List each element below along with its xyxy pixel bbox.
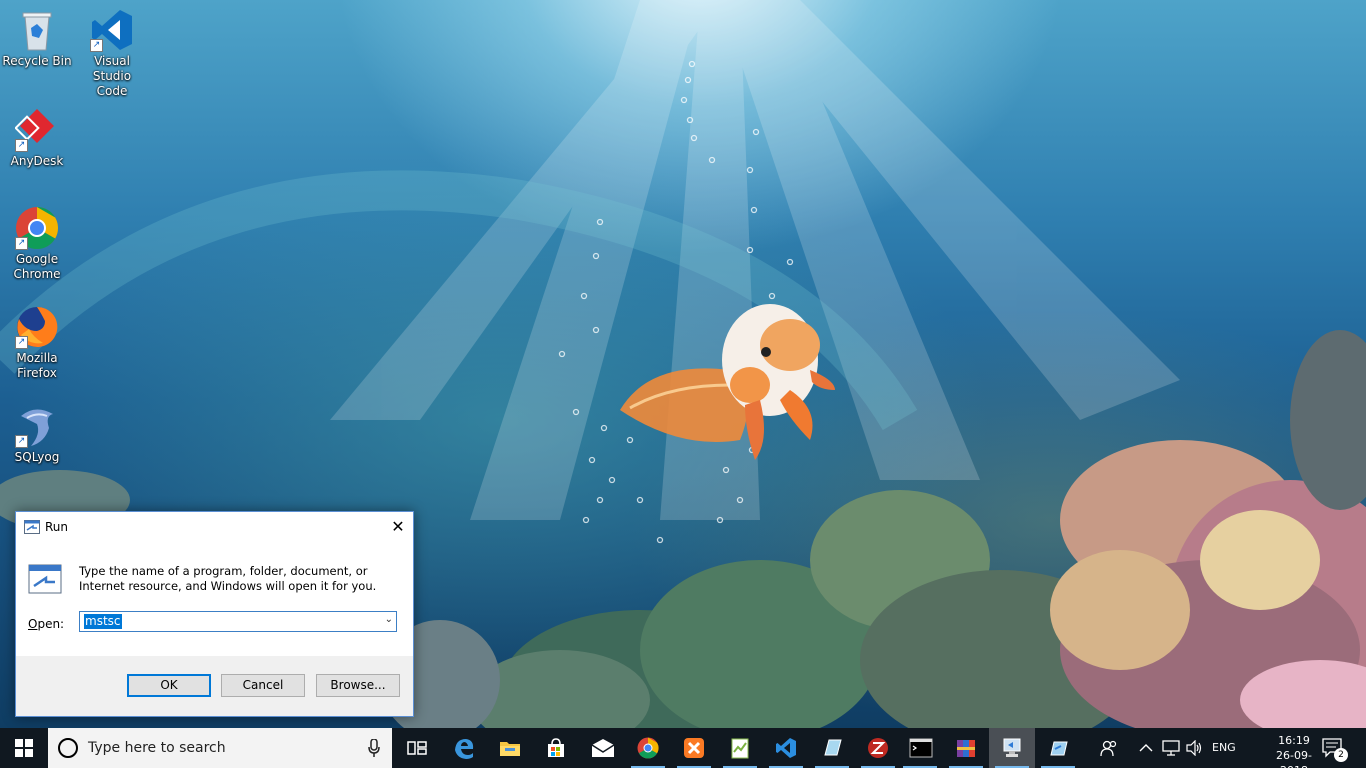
open-label-text: pen: — [37, 617, 65, 631]
chrome-icon: ↗ — [15, 206, 59, 250]
microphone-icon[interactable] — [368, 738, 380, 760]
taskbar-edge[interactable] — [441, 728, 487, 768]
anydesk-icon: ↗ — [14, 108, 59, 152]
run-body: Type the name of a program, folder, docu… — [16, 542, 413, 656]
windows-logo-icon — [15, 739, 33, 757]
desktop-icon-vscode[interactable]: ↗ Visual Studio Code — [76, 8, 148, 99]
open-label: Open: — [28, 617, 64, 631]
notepad-plus-icon — [731, 738, 749, 759]
recycle-bin-icon — [15, 8, 59, 52]
search-placeholder: Type here to search — [88, 740, 226, 756]
run-dialog-title: Run — [45, 520, 69, 534]
desktop-icon-label: Google Chrome — [13, 252, 61, 281]
run-app-icon — [24, 520, 40, 537]
run-description: Type the name of a program, folder, docu… — [79, 564, 377, 593]
run-large-icon — [28, 564, 62, 597]
browse-button[interactable]: Browse... — [316, 674, 400, 697]
shortcut-arrow-icon: ↗ — [15, 336, 28, 349]
desktop-icon-recycle-bin[interactable]: Recycle Bin — [1, 8, 73, 69]
command-prompt-icon — [909, 738, 933, 758]
desktop-icon-firefox[interactable]: ↗ Mozilla Firefox — [1, 305, 73, 381]
network-icon[interactable] — [1162, 740, 1180, 780]
taskbar-winrar[interactable] — [943, 728, 989, 768]
notification-center-button[interactable]: 2 — [1322, 738, 1348, 778]
taskbar-xampp[interactable] — [671, 728, 717, 768]
shortcut-arrow-icon: ↗ — [15, 139, 28, 152]
open-input-value[interactable]: mstsc — [84, 614, 122, 629]
run-footer: OK Cancel Browse... — [16, 656, 413, 716]
desktop-icon-label: AnyDesk — [10, 154, 64, 168]
desktop-icon-sqlyog[interactable]: ↗ SQLyog — [1, 404, 73, 465]
run-titlebar[interactable]: Run ✕ — [16, 512, 413, 542]
taskbar-blue-app[interactable] — [809, 728, 855, 768]
mail-icon — [591, 739, 615, 757]
input-language[interactable]: ENG — [1212, 741, 1236, 781]
taskbar: Type here to search ENG 16:19 26-09-2018… — [0, 728, 1366, 777]
xampp-icon — [684, 738, 704, 758]
desktop-icon-label: Recycle Bin — [2, 54, 72, 68]
cancel-button[interactable]: Cancel — [221, 674, 305, 697]
taskbar-search-box[interactable]: Type here to search — [48, 728, 392, 768]
sqlyog-dolphin-icon: ↗ — [15, 404, 59, 448]
desktop-icon-label: Visual Studio Code — [92, 54, 132, 98]
taskbar-chrome[interactable] — [625, 728, 671, 768]
taskbar-filezilla[interactable] — [855, 728, 901, 768]
desktop-icon-anydesk[interactable]: ↗ AnyDesk — [1, 108, 73, 169]
taskbar-notepad-plus[interactable] — [717, 728, 763, 768]
taskbar-store[interactable] — [533, 728, 579, 768]
taskbar-cmd[interactable] — [897, 728, 943, 768]
desktop-icon-label: Mozilla Firefox — [16, 351, 58, 380]
vscode-icon — [776, 738, 796, 758]
shortcut-arrow-icon: ↗ — [90, 39, 103, 52]
taskbar-mail[interactable] — [579, 728, 625, 768]
close-button[interactable]: ✕ — [383, 512, 413, 542]
folder-icon — [500, 742, 520, 756]
firefox-icon: ↗ — [15, 305, 59, 349]
chevron-up-icon[interactable] — [1139, 742, 1153, 782]
remote-desktop-icon — [1003, 738, 1021, 757]
blue-app-icon — [824, 739, 842, 756]
vscode-icon: ↗ — [90, 8, 134, 52]
run-dialog: Run ✕ Type the name of a program, folder… — [15, 511, 414, 717]
ok-button[interactable]: OK — [127, 674, 211, 697]
taskbar-clock[interactable]: 16:19 26-09-2018 — [1264, 733, 1324, 777]
chrome-icon — [637, 737, 659, 759]
taskbar-remote-desktop[interactable] — [989, 728, 1035, 768]
taskbar-run[interactable] — [1035, 728, 1081, 768]
task-view-icon — [407, 741, 427, 755]
notification-count-badge: 2 — [1334, 748, 1348, 762]
volume-icon[interactable] — [1186, 739, 1204, 780]
clock-time: 16:19 — [1278, 734, 1310, 747]
chevron-down-icon[interactable]: ⌄ — [385, 614, 393, 625]
cortana-icon — [58, 738, 78, 758]
run-icon — [1050, 741, 1068, 756]
open-combobox[interactable]: mstsc ⌄ — [79, 611, 397, 632]
start-button[interactable] — [0, 728, 48, 768]
taskbar-file-explorer[interactable] — [487, 728, 533, 768]
shortcut-arrow-icon: ↗ — [15, 237, 28, 250]
edge-icon — [455, 739, 474, 759]
shortcut-arrow-icon: ↗ — [15, 435, 28, 448]
store-bag-icon — [548, 738, 564, 757]
desktop-icon-chrome[interactable]: ↗ Google Chrome — [1, 206, 73, 282]
winrar-icon — [957, 740, 975, 757]
task-view-button[interactable] — [394, 728, 440, 768]
desktop-icon-label: SQLyog — [14, 450, 60, 464]
filezilla-icon — [868, 738, 888, 758]
clock-date: 26-09-2018 — [1276, 749, 1312, 777]
taskbar-vscode[interactable] — [763, 728, 809, 768]
people-icon[interactable] — [1100, 739, 1118, 779]
